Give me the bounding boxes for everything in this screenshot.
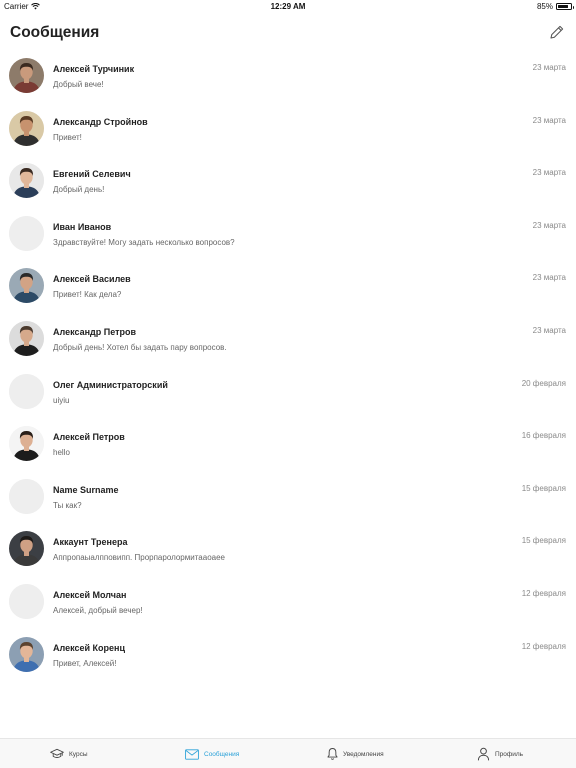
message-preview: Добрый день! [53,185,105,195]
avatar-placeholder [9,478,44,514]
message-preview: uiyiu [53,395,70,405]
message-preview: Добрый вече! [53,80,104,89]
avatar [9,426,44,462]
contact-name: Евгений Селевич [53,169,131,180]
tab-courses[interactable]: Курсы [50,739,88,768]
avatar-placeholder-icon [9,583,44,619]
avatar [9,636,44,672]
message-preview: Здравствуйте! Могу задать несколько вопр… [53,237,235,247]
avatar [9,268,44,304]
avatar-placeholder-icon [9,373,44,409]
message-preview: Аппропаыалпповипп. Прорпаролормитааоаее [53,553,225,563]
conversation-row[interactable]: Олег Администраторский uiyiu 20 февраля [0,366,576,419]
bell-icon [327,748,338,760]
status-bar: Carrier 12:29 AM 85% [0,0,576,14]
conversation-row[interactable]: Алексей Василев Привет! Как дела? 23 марта [0,260,576,313]
message-date: 23 марта [532,63,566,72]
message-date: 12 февраля [521,588,566,598]
tab-notifications[interactable]: Уведомления [327,739,384,768]
avatar [9,320,44,356]
message-preview: Привет! Как дела? [53,290,122,300]
user-icon [477,747,490,761]
tab-courses-label: Курсы [69,750,88,758]
avatar-photo [9,531,44,567]
avatar [9,163,44,199]
battery-icon [556,3,574,10]
contact-name: Олег Администраторский [53,379,168,390]
message-date: 15 февраля [521,536,566,546]
message-preview: Алексей, добрый вечер! [53,605,143,615]
message-date: 15 февраля [521,483,566,493]
avatar-photo [9,163,44,199]
contact-name: Аккаунт Тренера [53,537,128,548]
avatar-photo [9,426,44,462]
message-date: 23 марта [532,273,566,283]
avatar-placeholder-icon [9,215,44,251]
page-title: Сообщения [10,24,100,41]
avatar [9,531,44,567]
avatar-photo [9,320,44,356]
contact-name: Александр Петров [53,326,137,337]
contact-name: Александр Стройнов [53,116,148,127]
avatar [9,58,44,93]
pencil-icon[interactable] [548,23,566,41]
tab-profile-label: Профиль [495,750,524,758]
message-date: 23 марта [532,168,566,178]
conversation-list: Алексей Турчиник Добрый вече! 23 марта Алек… [0,50,576,681]
message-date: 23 марта [532,325,566,335]
message-date: 16 февраля [521,431,566,441]
tab-profile[interactable]: Профиль [477,739,523,768]
conversation-row[interactable]: Евгений Селевич Добрый день! 23 марта [0,155,576,208]
contact-name: Name Surname [53,484,119,495]
tab-notifications-label: Уведомления [343,750,384,758]
contact-name: Алексей Петров [53,432,125,443]
battery-info: 85% [536,2,574,11]
contact-name: Алексей Коренц [53,642,125,653]
message-preview: Привет, Алексей! [53,658,117,668]
clock: 12:29 AM [270,2,306,11]
contact-name: Иван Иванов [53,221,112,232]
message-date: 12 февраля [521,641,566,651]
message-preview: Ты как? [53,500,82,510]
message-preview: hello [53,448,70,458]
conversation-row[interactable]: Алексей Петров hello 16 февраля [0,418,576,471]
tab-messages[interactable]: Сообщения [185,739,239,768]
conversation-row[interactable]: Name Surname Ты как? 15 февраля [0,471,576,524]
graduation-cap-icon [50,748,64,758]
avatar-photo [9,268,44,304]
avatar [9,110,44,146]
message-date: 23 марта [532,220,566,230]
tab-bar: Курсы Сообщения Уведомления Профиль [0,738,576,768]
battery-level [558,5,569,8]
message-preview: Добрый день! Хотел бы задать пару вопрос… [53,342,227,352]
contact-name: Алексей Василев [53,274,131,285]
message-preview: Привет! [53,132,82,142]
contact-name: Алексей Турчиник [53,64,135,74]
conversation-row[interactable]: Алексей Коренц Привет, Алексей! 12 февраля [0,629,576,682]
page-header: Сообщения [0,14,576,54]
tab-messages-label: Сообщения [204,750,240,758]
avatar-placeholder [9,215,44,251]
avatar-placeholder [9,373,44,409]
conversation-row[interactable]: Алексей Молчан Алексей, добрый вечер! 12 ф… [0,576,576,629]
conversation-row[interactable]: Иван Иванов Здравствуйте! Могу задать нес… [0,208,576,261]
conversation-row[interactable]: Александр Петров Добрый день! Хотел бы за… [0,313,576,366]
conversation-row[interactable]: Аккаунт Тренера Аппропаыалпповипп. Прорпа… [0,523,576,576]
avatar-photo [9,636,44,672]
battery-percent: 85% [536,2,553,11]
avatar-placeholder-icon [9,478,44,514]
message-date: 20 февраля [521,378,566,388]
avatar-photo [9,110,44,146]
envelope-icon [185,748,199,760]
avatar-placeholder [9,583,44,619]
conversation-row[interactable]: Александр Стройнов Привет! 23 марта [0,103,576,156]
message-date: 23 марта [532,115,566,125]
contact-name: Алексей Молчан [53,589,127,600]
avatar-photo [9,58,44,93]
conversation-row[interactable]: Алексей Турчиник Добрый вече! 23 марта [0,50,576,103]
